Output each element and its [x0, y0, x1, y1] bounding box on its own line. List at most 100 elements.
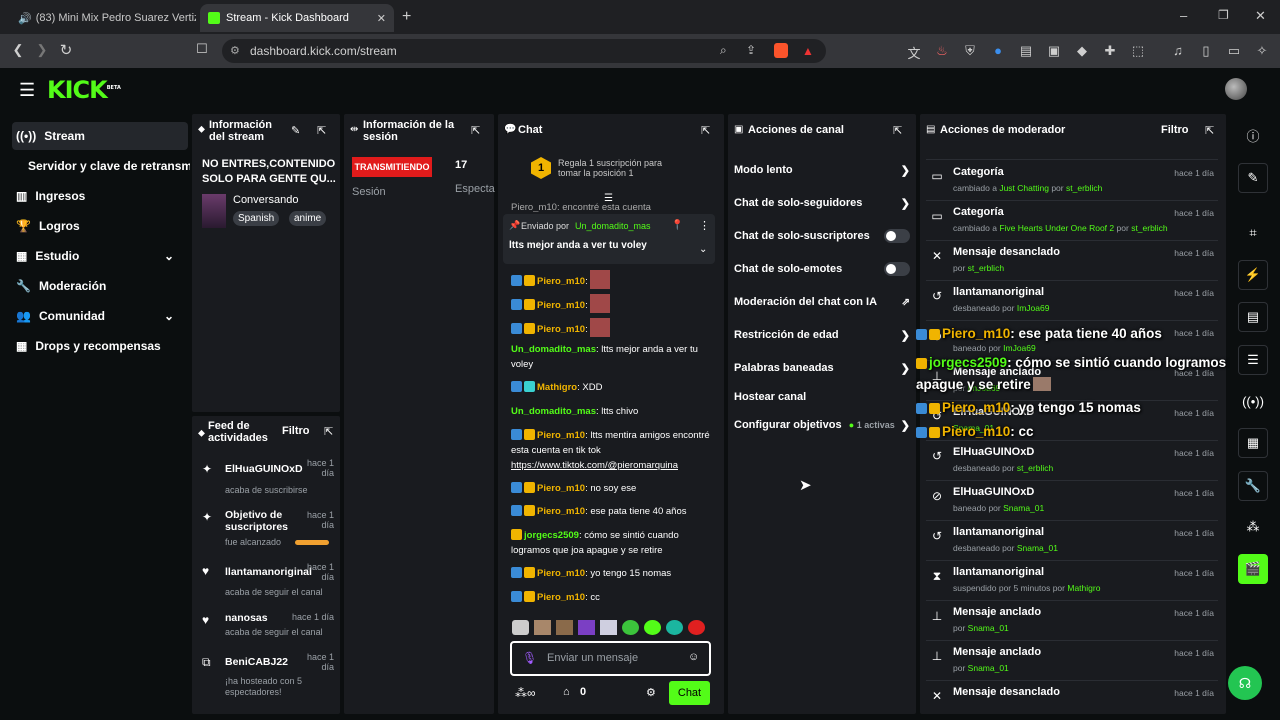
- clapper-icon[interactable]: 🎬: [1238, 554, 1268, 584]
- action-emotes-only[interactable]: Chat de solo-emotes: [734, 259, 910, 279]
- mod-log-category[interactable]: Just Chatting: [999, 183, 1049, 193]
- chat-username[interactable]: Piero_m10: [537, 276, 585, 287]
- broadcast-icon[interactable]: ((•)): [1238, 386, 1268, 416]
- drag-handle-icon[interactable]: ⬥: [198, 428, 205, 439]
- feed-user[interactable]: nanosas: [225, 612, 268, 624]
- popout-icon[interactable]: ⇱: [1205, 124, 1214, 137]
- popout-icon[interactable]: ⇱: [471, 124, 480, 137]
- site-info-icon[interactable]: ⚙: [230, 44, 240, 57]
- forward-icon[interactable]: ❯: [32, 42, 52, 58]
- action-host-channel[interactable]: Hostear canal: [734, 387, 910, 407]
- notes-icon[interactable]: ▤: [1238, 302, 1268, 332]
- puzzle-icon[interactable]: ✚: [1100, 43, 1120, 62]
- chat-username[interactable]: Piero_m10: [537, 483, 585, 494]
- layout-icon[interactable]: ▦: [1238, 428, 1268, 458]
- gift-subs-prompt[interactable]: Regala 1 suscripción para tomar la posic…: [558, 158, 678, 178]
- kick-logo[interactable]: KICKBETA: [47, 76, 121, 104]
- popout-icon[interactable]: ⇱: [324, 425, 333, 438]
- popout-icon[interactable]: ⇱: [893, 124, 902, 137]
- sidebar-item-achievements[interactable]: 🏆 Logros: [12, 212, 188, 240]
- category-name[interactable]: Conversando: [233, 194, 298, 206]
- emote-icon[interactable]: [578, 620, 595, 635]
- sidebar-item-income[interactable]: ▥ Ingresos: [12, 182, 188, 210]
- music-icon[interactable]: ♫: [1168, 43, 1188, 62]
- translate-icon[interactable]: 文: [904, 43, 924, 62]
- mod-log-actor[interactable]: st_erblich: [1131, 223, 1167, 233]
- support-chat-icon[interactable]: ☊: [1228, 666, 1262, 700]
- url-input[interactable]: ⚙ dashboard.kick.com/stream ⌕ ⇪ ▲: [222, 39, 826, 63]
- bookmark-icon[interactable]: ☐: [192, 41, 212, 57]
- user-avatar[interactable]: [1225, 78, 1247, 100]
- chat-username[interactable]: Piero_m10: [537, 506, 585, 517]
- back-icon[interactable]: ❮: [8, 42, 28, 58]
- emote-icon[interactable]: [534, 620, 551, 635]
- mic-icon[interactable]: 🎙: [522, 651, 537, 665]
- camera-icon[interactable]: ▣: [1044, 43, 1064, 62]
- capture-icon[interactable]: ⌗: [1238, 218, 1268, 248]
- brave-shield-icon[interactable]: [774, 43, 788, 58]
- reload-icon[interactable]: ↻: [56, 41, 76, 59]
- sidebar-item-server-key[interactable]: Servidor y clave de retransm: [24, 152, 190, 180]
- info-icon[interactable]: ⓘ: [1238, 120, 1268, 150]
- mod-log-actor[interactable]: st_erblich: [1017, 463, 1053, 473]
- mod-log-actor[interactable]: st_erblich: [968, 263, 1004, 273]
- people-icon[interactable]: ⁂: [1238, 512, 1268, 542]
- drag-handle-icon[interactable]: ⬥: [198, 124, 205, 135]
- mod-log-actor[interactable]: ImJoa69: [1017, 303, 1050, 313]
- mod-log-title[interactable]: ElHuaGUINOxD: [953, 486, 1034, 498]
- edit-icon[interactable]: ✎: [1238, 163, 1268, 193]
- minimize-icon[interactable]: –: [1180, 8, 1187, 23]
- send-chat-button[interactable]: Chat: [669, 681, 710, 705]
- browser-tab-kick[interactable]: Stream - Kick Dashboard ✕: [200, 4, 394, 32]
- sidebar-item-moderation[interactable]: 🔧 Moderación: [12, 272, 188, 300]
- pinned-by-user[interactable]: Un_domadito_mas: [575, 221, 651, 231]
- drag-handle-icon[interactable]: ⇹: [350, 124, 358, 135]
- emotes-only-toggle[interactable]: [884, 262, 910, 276]
- action-age-restriction[interactable]: Restricción de edad ❯: [734, 325, 910, 345]
- document-icon[interactable]: ▤: [1016, 43, 1036, 62]
- mod-log-title[interactable]: llantamanoriginal: [953, 286, 1044, 298]
- mod-log-actor[interactable]: Snama_01: [1017, 543, 1058, 553]
- diamond-icon[interactable]: ◆: [1072, 43, 1092, 62]
- chevron-down-icon[interactable]: ⌄: [699, 244, 707, 255]
- new-tab-icon[interactable]: +: [402, 8, 411, 26]
- shield-icon[interactable]: ⛨: [960, 43, 980, 62]
- mod-log-actor[interactable]: Mathigro: [1067, 583, 1100, 593]
- emote-icon[interactable]: [666, 620, 683, 635]
- chat-username[interactable]: Piero_m10: [537, 568, 585, 579]
- action-banned-words[interactable]: Palabras baneadas ❯: [734, 358, 910, 378]
- chat-username[interactable]: Mathigro: [537, 382, 577, 393]
- feed-user[interactable]: llantamanoriginal: [225, 566, 312, 578]
- hamburger-menu-icon[interactable]: ☰: [19, 80, 35, 101]
- sidebar-item-studio[interactable]: ▦ Estudio ⌄: [12, 242, 188, 270]
- feed-user[interactable]: ElHuaGUINOxD: [225, 463, 303, 475]
- mod-log-actor[interactable]: Snama_01: [1003, 503, 1044, 513]
- lightning-icon[interactable]: ⚡: [1238, 260, 1268, 290]
- sidebar-item-stream[interactable]: ((•)) Stream: [12, 122, 188, 150]
- list-icon[interactable]: ☰: [1238, 345, 1268, 375]
- sidebar-icon[interactable]: ▯: [1196, 43, 1216, 62]
- more-options-icon[interactable]: ⋮: [699, 219, 710, 232]
- mod-log-actor[interactable]: st_erblich: [1066, 183, 1102, 193]
- wrench-icon[interactable]: 🔧: [1238, 471, 1268, 501]
- unpin-icon[interactable]: 📍: [671, 220, 683, 231]
- popout-icon[interactable]: ⇱: [701, 124, 710, 137]
- mod-filter-button[interactable]: Filtro: [1161, 124, 1189, 136]
- subs-only-toggle[interactable]: [884, 229, 910, 243]
- sparkle-icon[interactable]: ✧: [1252, 43, 1272, 62]
- browser-tab-youtube[interactable]: 🔊 (83) Mini Mix Pedro Suarez Vertiz: [6, 4, 196, 32]
- wallet-icon[interactable]: ▭: [1224, 43, 1244, 62]
- mod-log-actor[interactable]: Snama_01: [968, 623, 1009, 633]
- popout-icon[interactable]: ⇱: [317, 124, 326, 137]
- action-subs-only[interactable]: Chat de solo-suscriptores: [734, 226, 910, 246]
- chat-username[interactable]: Un_domadito_mas: [511, 344, 596, 355]
- chat-input[interactable]: 🎙 Enviar un mensaje ☺: [510, 641, 711, 676]
- emote-icon[interactable]: [622, 620, 639, 635]
- zoom-icon[interactable]: ⌕: [720, 43, 727, 58]
- mod-log-title[interactable]: llantamanoriginal: [953, 526, 1044, 538]
- action-followers-only[interactable]: Chat de solo-seguidores ❯: [734, 193, 910, 213]
- chat-username[interactable]: jorgecs2509: [524, 530, 579, 541]
- chat-username[interactable]: Un_domadito_mas: [511, 406, 596, 417]
- chat-username[interactable]: Piero_m10: [537, 300, 585, 311]
- feed-user[interactable]: BeniCABJ22: [225, 656, 288, 668]
